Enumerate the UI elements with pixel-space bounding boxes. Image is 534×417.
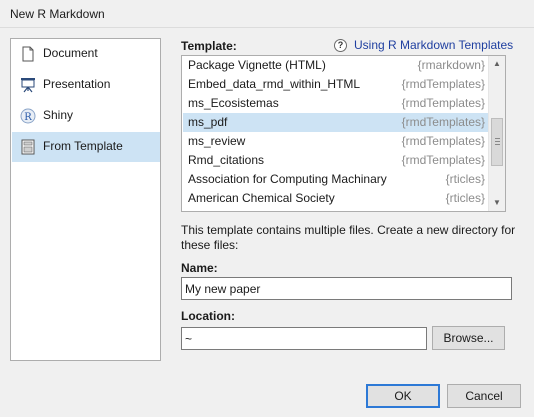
title-bar: New R Markdown bbox=[0, 0, 534, 28]
sidebar-item-label: Presentation bbox=[43, 77, 111, 91]
list-scrollbar[interactable]: ▲ ▼ bbox=[488, 56, 505, 211]
template-package: {rmdTemplates} bbox=[401, 77, 485, 91]
sidebar-item-document[interactable]: Document bbox=[12, 39, 160, 69]
grip-line bbox=[495, 141, 500, 142]
shiny-r-icon: R bbox=[20, 108, 36, 124]
list-item[interactable]: American Chemical Society {rticles} bbox=[183, 189, 489, 208]
presentation-icon bbox=[20, 77, 36, 93]
list-item[interactable]: ms_review {rmdTemplates} bbox=[183, 132, 489, 151]
list-item[interactable]: Association for Computing Machinary {rti… bbox=[183, 170, 489, 189]
template-package: {rmdTemplates} bbox=[401, 96, 485, 110]
template-package: {rmdTemplates} bbox=[401, 153, 485, 167]
template-list[interactable]: Package Vignette (HTML) {rmarkdown} Embe… bbox=[181, 55, 506, 212]
browse-button[interactable]: Browse... bbox=[432, 326, 505, 350]
grip-line bbox=[495, 144, 500, 145]
list-item[interactable]: Rmd_citations {rmdTemplates} bbox=[183, 151, 489, 170]
template-name: Association for Computing Machinary bbox=[188, 172, 387, 186]
name-label: Name: bbox=[181, 261, 218, 275]
template-name: American Chemical Society bbox=[188, 191, 335, 205]
template-package: {rmarkdown} bbox=[417, 58, 485, 72]
template-package: {rmdTemplates} bbox=[401, 115, 485, 129]
sidebar-item-shiny[interactable]: R Shiny bbox=[12, 101, 160, 131]
template-name: Embed_data_rmd_within_HTML bbox=[188, 77, 361, 91]
grip-line bbox=[495, 138, 500, 139]
template-package: {rticles} bbox=[445, 191, 485, 205]
template-icon bbox=[20, 139, 36, 155]
list-item-selected[interactable]: ms_pdf {rmdTemplates} bbox=[183, 113, 489, 132]
document-type-sidebar: Document Presentation R Shiny From Templ… bbox=[10, 38, 161, 361]
template-name: ms_pdf bbox=[188, 115, 228, 129]
sidebar-item-label: Document bbox=[43, 46, 98, 60]
list-item[interactable]: Package Vignette (HTML) {rmarkdown} bbox=[183, 56, 489, 75]
sidebar-item-label: Shiny bbox=[43, 108, 74, 122]
template-description: This template contains multiple files. C… bbox=[181, 223, 516, 252]
ok-button[interactable]: OK bbox=[366, 384, 440, 408]
sidebar-item-label: From Template bbox=[43, 139, 123, 153]
template-name: ms_review bbox=[188, 134, 246, 148]
help-link-group[interactable]: ? Using R Markdown Templates bbox=[334, 38, 513, 52]
document-icon bbox=[20, 46, 36, 62]
scroll-thumb[interactable] bbox=[491, 118, 503, 166]
scroll-down-arrow-icon[interactable]: ▼ bbox=[489, 195, 505, 211]
location-label: Location: bbox=[181, 309, 235, 323]
template-name: ms_Ecosistemas bbox=[188, 96, 279, 110]
scroll-up-arrow-icon[interactable]: ▲ bbox=[489, 56, 505, 72]
template-name: Rmd_citations bbox=[188, 153, 265, 167]
list-item[interactable]: Embed_data_rmd_within_HTML {rmdTemplates… bbox=[183, 75, 489, 94]
list-item[interactable]: ms_Ecosistemas {rmdTemplates} bbox=[183, 94, 489, 113]
svg-text:R: R bbox=[24, 112, 32, 123]
template-package: {rticles} bbox=[445, 172, 485, 186]
location-input[interactable] bbox=[181, 327, 427, 350]
templates-help-link[interactable]: Using R Markdown Templates bbox=[354, 38, 513, 52]
template-package: {rmdTemplates} bbox=[401, 134, 485, 148]
help-icon[interactable]: ? bbox=[334, 38, 347, 52]
sidebar-item-from-template[interactable]: From Template bbox=[12, 132, 160, 162]
template-label: Template: bbox=[181, 39, 237, 53]
window-title: New R Markdown bbox=[10, 7, 105, 21]
cancel-button[interactable]: Cancel bbox=[447, 384, 521, 408]
sidebar-item-presentation[interactable]: Presentation bbox=[12, 70, 160, 100]
name-input[interactable] bbox=[181, 277, 512, 300]
template-name: Package Vignette (HTML) bbox=[188, 58, 326, 72]
